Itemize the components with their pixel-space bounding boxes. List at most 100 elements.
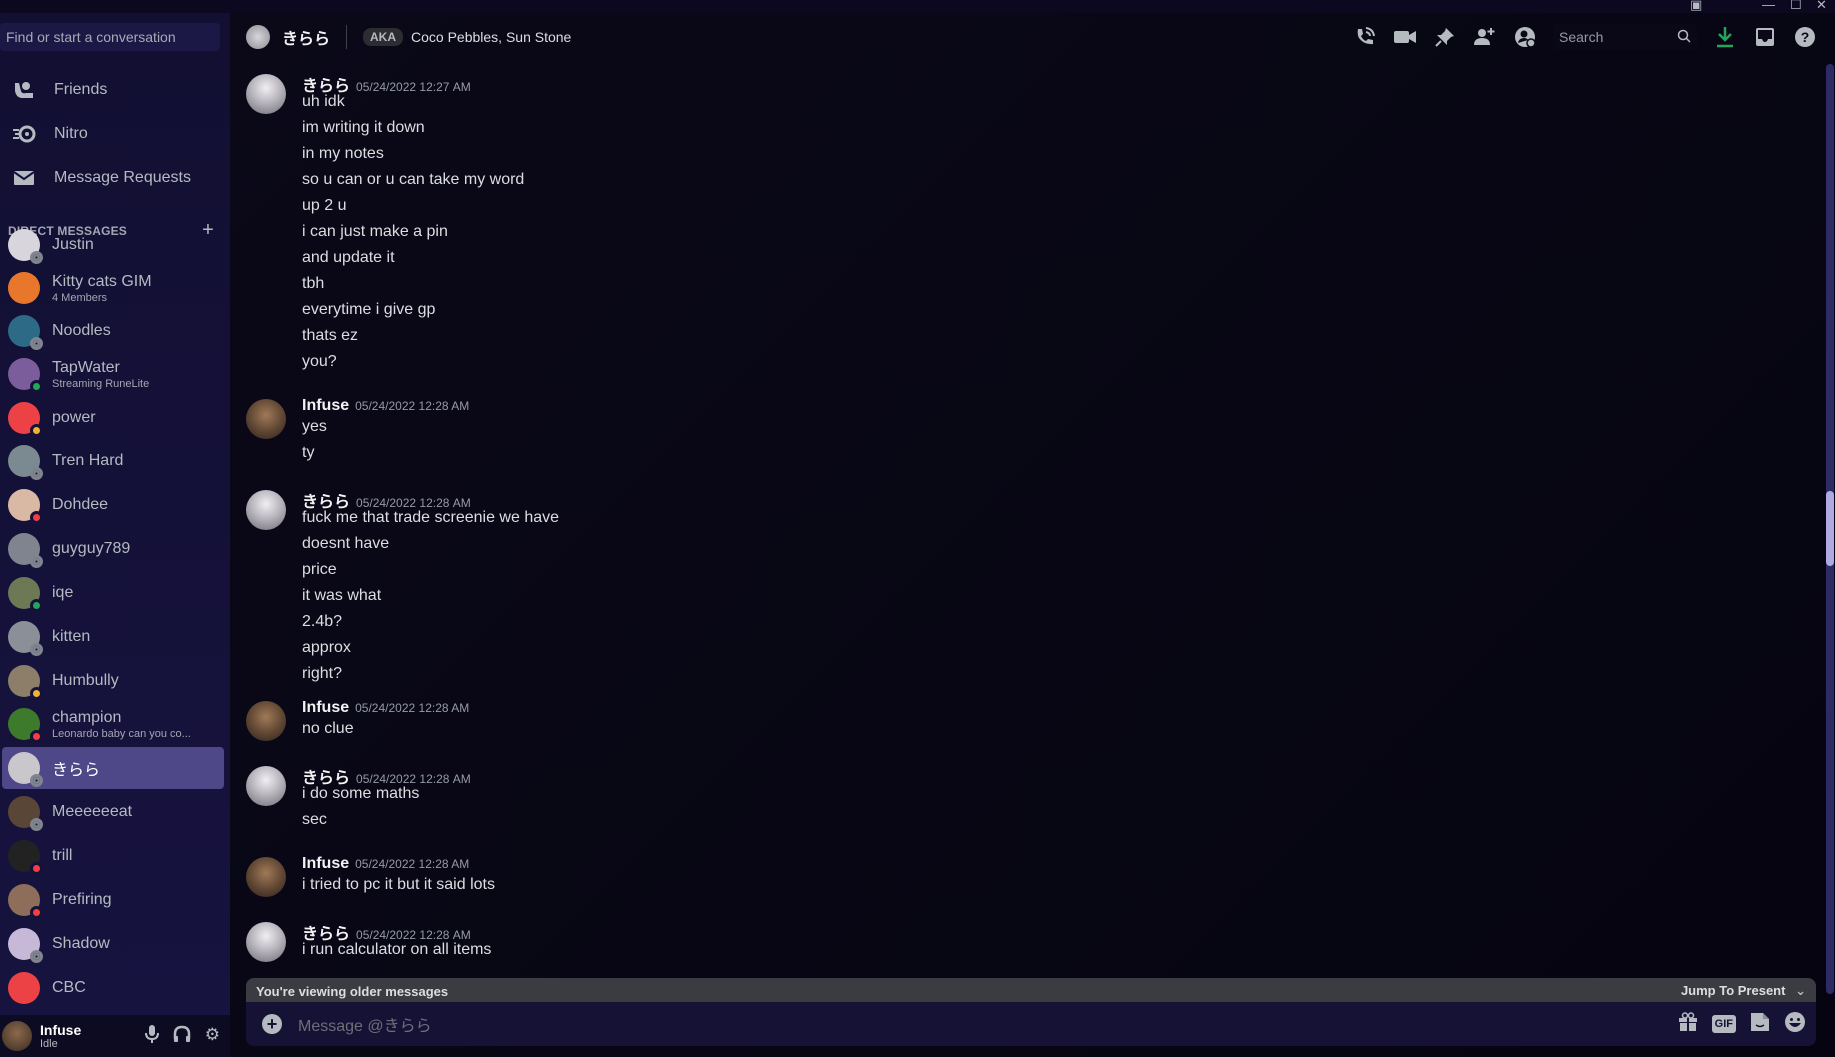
dm-item[interactable]: Kitty cats GIM 4 Members (2, 267, 224, 309)
message-line: sec (302, 811, 327, 828)
close-button[interactable]: ✕ (1816, 0, 1827, 13)
user-status: Idle (40, 1038, 58, 1050)
author-avatar[interactable] (246, 74, 286, 114)
message-line: up 2 u (302, 197, 347, 214)
author-avatar[interactable] (246, 922, 286, 962)
message-timestamp: 05/24/2022 12:27 AM (356, 80, 471, 94)
dm-item[interactable]: Shadow (2, 923, 224, 965)
nitro-icon (12, 125, 36, 143)
inbox-icon[interactable] (1745, 27, 1785, 47)
author-avatar[interactable] (246, 701, 286, 741)
author-avatar[interactable] (246, 766, 286, 806)
dm-subtext: Streaming RuneLite (52, 377, 150, 390)
dm-item[interactable]: Dohdee (2, 484, 224, 526)
dm-item[interactable]: trill (2, 835, 224, 877)
status-idle-icon (30, 424, 43, 437)
dm-item[interactable]: Justin (2, 224, 224, 266)
dm-avatar (8, 402, 43, 437)
minimize-button[interactable]: — (1762, 0, 1775, 12)
status-dnd-icon (30, 730, 43, 743)
dm-item[interactable]: Tren Hard (2, 440, 224, 482)
dm-name: power (52, 409, 96, 426)
dm-item[interactable]: Humbully (2, 660, 224, 702)
pinned-messages-icon[interactable] (1425, 27, 1465, 47)
author-avatar[interactable] (246, 399, 286, 439)
dm-avatar (8, 796, 43, 831)
headphones-icon[interactable] (173, 1025, 191, 1048)
message-line: ty (302, 444, 315, 461)
message-timestamp: 05/24/2022 12:28 AM (356, 496, 471, 510)
aka-badge: AKA (363, 28, 404, 46)
message-line: approx (302, 639, 351, 656)
author-avatar[interactable] (246, 857, 286, 897)
dm-item[interactable]: きらら (2, 747, 224, 789)
dm-name: Meeeeeeat (52, 803, 133, 820)
dm-item[interactable]: kitten (2, 616, 224, 658)
author-avatar[interactable] (246, 490, 286, 530)
maximize-button[interactable]: ☐ (1790, 0, 1802, 13)
message-line: no clue (302, 720, 354, 737)
gif-button[interactable]: GIF (1711, 1015, 1736, 1033)
dm-avatar (8, 489, 43, 524)
dm-avatar (8, 229, 43, 264)
attach-plus-icon[interactable]: + (262, 1014, 282, 1034)
dm-item[interactable]: guyguy789 (2, 528, 224, 570)
dm-name: Prefiring (52, 891, 112, 908)
nav-friends[interactable]: Friends (8, 70, 222, 110)
svg-text:?: ? (1801, 29, 1810, 45)
nav-nitro[interactable]: Nitro (8, 114, 222, 154)
dm-name: champion (52, 708, 122, 726)
dm-item[interactable]: TapWater Streaming RuneLite (2, 353, 224, 395)
window-preview-icon[interactable]: ▣ (1690, 0, 1702, 13)
dm-item[interactable]: Meeeeeeat (2, 791, 224, 833)
message-line: i tried to pc it but it said lots (302, 876, 495, 893)
status-offline-icon (30, 950, 43, 963)
dm-item[interactable]: iqe (2, 572, 224, 614)
search-input[interactable]: Search (1553, 24, 1697, 50)
message-author[interactable]: Infuse (302, 397, 349, 414)
message-line: i run calculator on all items (302, 941, 492, 958)
user-profile-icon[interactable] (1505, 26, 1545, 48)
nav-message-requests[interactable]: Message Requests (8, 158, 222, 198)
microphone-icon[interactable] (144, 1024, 159, 1048)
video-call-icon[interactable] (1385, 29, 1425, 45)
dm-name: kitten (52, 628, 91, 645)
header-avatar[interactable] (246, 25, 270, 49)
dm-sidebar: Find or start a conversation Friends Nit… (0, 13, 230, 1057)
gift-icon[interactable] (1678, 1011, 1698, 1037)
jump-to-present-button[interactable]: Jump To Present ⌄ (1681, 983, 1806, 999)
voice-call-icon[interactable] (1345, 26, 1385, 48)
message-line: so u can or u can take my word (302, 171, 525, 188)
dm-name: guyguy789 (52, 540, 131, 557)
dm-item[interactable]: champion Leonardo baby can you co... (2, 703, 224, 745)
window-titlebar: ▣ — ☐ ✕ (0, 0, 1835, 13)
message-composer[interactable]: + Message @きらら GIF (246, 1002, 1816, 1046)
dm-name: CBC (52, 979, 86, 996)
dm-avatar (8, 577, 43, 612)
scrollbar-thumb[interactable] (1826, 491, 1834, 566)
user-avatar[interactable] (2, 1021, 32, 1051)
message-input[interactable]: Message @きらら (298, 1012, 432, 1036)
dm-item[interactable]: power (2, 397, 224, 439)
dm-item[interactable]: CBC (2, 967, 224, 1009)
message-author[interactable]: Infuse (302, 855, 349, 872)
status-offline-icon (30, 818, 43, 831)
download-icon[interactable] (1705, 26, 1745, 48)
dm-name: Noodles (52, 322, 111, 339)
dm-item[interactable]: Prefiring (2, 879, 224, 921)
message-author[interactable]: Infuse (302, 699, 349, 716)
message-timestamp: 05/24/2022 12:28 AM (356, 772, 471, 786)
emoji-icon[interactable] (1784, 1011, 1806, 1038)
dm-name: iqe (52, 584, 74, 601)
sticker-icon[interactable] (1750, 1012, 1770, 1037)
friends-icon (12, 81, 36, 99)
chat-main: きらら AKA Coco Pebbles, Sun Stone Search ?… (230, 13, 1835, 1057)
find-conversation-input[interactable]: Find or start a conversation (0, 23, 220, 51)
settings-gear-icon[interactable]: ⚙ (205, 1025, 220, 1048)
status-online-icon (30, 380, 43, 393)
help-icon[interactable]: ? (1785, 26, 1825, 48)
add-friend-to-dm-icon[interactable] (1465, 27, 1505, 47)
dm-name: trill (52, 847, 73, 864)
dm-item[interactable]: Noodles (2, 310, 224, 352)
chat-scrollbar[interactable] (1826, 64, 1834, 994)
